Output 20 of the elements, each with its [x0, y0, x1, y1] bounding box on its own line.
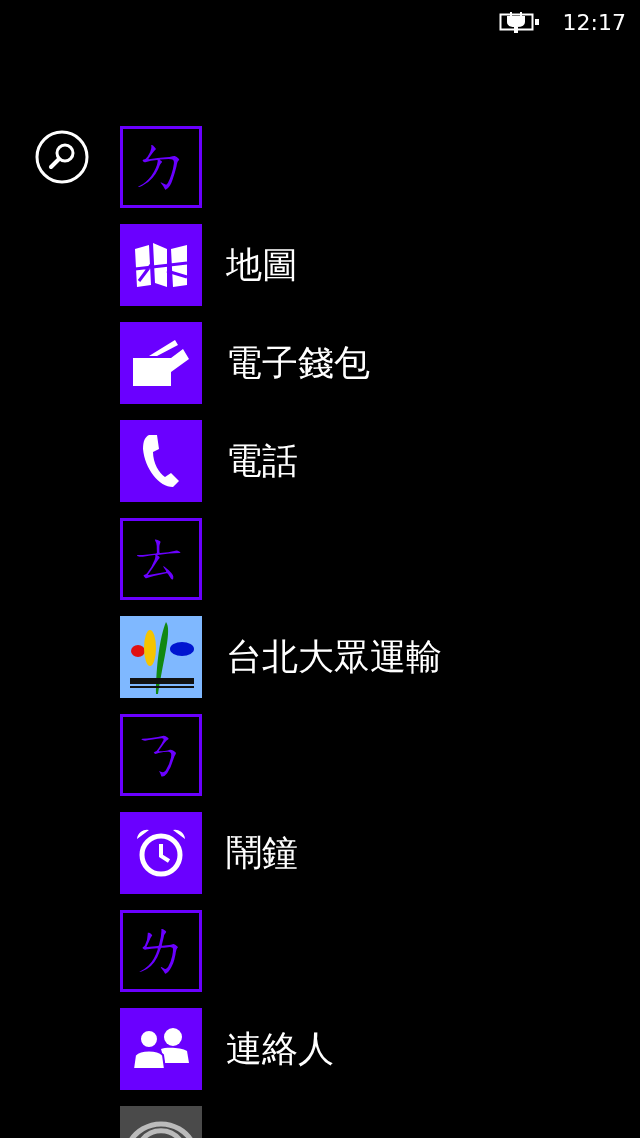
app-tile[interactable] [120, 812, 202, 894]
battery-charging-icon [498, 11, 541, 33]
wallet-icon [131, 338, 191, 388]
app-tile[interactable] [120, 1008, 202, 1090]
app-label[interactable]: 地圖 [226, 240, 298, 290]
app-label[interactable]: 電話 [226, 436, 298, 486]
app-tile[interactable] [120, 616, 202, 698]
phone-icon [141, 433, 181, 489]
clock-time: 12:17 [562, 9, 626, 35]
app-label[interactable]: 連絡人 [226, 1024, 334, 1074]
app-label[interactable]: 電子錢包 [226, 338, 370, 388]
app-tile[interactable] [120, 420, 202, 502]
people-icon [131, 1027, 191, 1071]
map-icon [133, 241, 189, 289]
app-tile[interactable] [120, 224, 202, 306]
app-tile[interactable] [120, 322, 202, 404]
search-icon[interactable] [35, 130, 89, 184]
alarm-clock-icon [135, 827, 187, 879]
app-label[interactable]: 台北大眾運輸 [226, 632, 442, 682]
app-label[interactable]: 鬧鐘 [226, 828, 298, 878]
